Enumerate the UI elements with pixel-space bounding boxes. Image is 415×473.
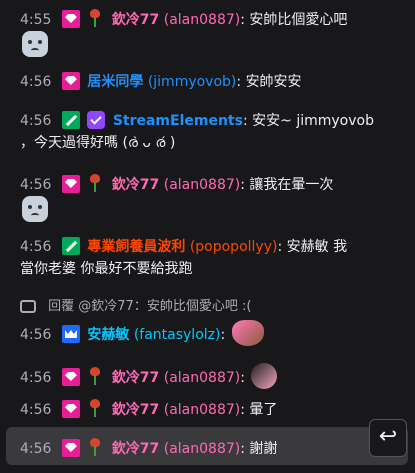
flower-badge-icon[interactable] (87, 8, 103, 28)
chat-log: 4:55 欽冷77 (alan0887): 安帥比個愛心吧 4:56 居米同學 … (0, 0, 415, 473)
timestamp: 4:56 (20, 327, 52, 343)
message-text: 安帥比個愛心吧 (249, 12, 348, 28)
subscriber-badge-icon[interactable] (61, 10, 80, 28)
login-name[interactable]: (alan0887) (164, 12, 240, 28)
reply-button[interactable]: ↩ (369, 419, 407, 457)
subscriber-badge-icon[interactable] (61, 439, 80, 457)
login-name[interactable]: (popopollyy) (190, 239, 278, 255)
subscriber-badge-icon[interactable] (61, 400, 80, 418)
subscriber-badge-icon[interactable] (61, 368, 80, 386)
timestamp: 4:56 (20, 177, 52, 193)
timestamp: 4:56 (20, 441, 52, 457)
message-text: 安赫敏 我 (286, 239, 348, 255)
reply-context-text: 回覆 @欽冷77：安帥比個愛心吧 :( (48, 299, 252, 314)
chat-message[interactable]: 4:56 欽冷77 (alan0887): (20, 363, 403, 389)
chat-message[interactable]: 4:56 居米同學 (jimmyovob): 安帥安安 (20, 71, 403, 93)
username[interactable]: 欽冷77 (112, 441, 159, 457)
face-emote-icon[interactable] (22, 31, 48, 57)
chat-message[interactable]: 4:56 安赫敏 (fantasylolz): (20, 320, 403, 346)
flower-badge-icon[interactable] (87, 437, 103, 457)
username[interactable]: StreamElements (113, 113, 243, 129)
verified-badge-icon[interactable] (87, 111, 106, 129)
subscriber-badge-icon[interactable] (61, 72, 80, 90)
message-text: 暈了 (249, 402, 278, 418)
chat-message[interactable]: 4:56 欽冷77 (alan0887): 謝謝 (20, 437, 403, 460)
timestamp: 4:56 (20, 402, 52, 418)
username[interactable]: 安赫敏 (87, 327, 129, 343)
username[interactable]: 居米同學 (87, 74, 143, 90)
login-name[interactable]: (alan0887) (164, 370, 240, 386)
username[interactable]: 欽冷77 (112, 370, 159, 386)
reply-context[interactable]: 回覆 @欽冷77：安帥比個愛心吧 :( (20, 297, 403, 317)
timestamp: 4:56 (20, 113, 52, 129)
timestamp: 4:56 (20, 370, 52, 386)
login-name[interactable]: (alan0887) (164, 402, 240, 418)
heart-hands-emote-icon[interactable] (231, 320, 264, 346)
message-text-continued: ，今天過得好嗎 (ര̀ ᴗ ര́ ) (20, 135, 176, 151)
flower-badge-icon[interactable] (87, 398, 103, 418)
login-name[interactable]: (fantasylolz) (134, 327, 221, 343)
timestamp: 4:56 (20, 239, 52, 255)
message-text-continued: 當你老婆 你最好不要給我跑 (20, 261, 193, 277)
username[interactable]: 欽冷77 (112, 177, 159, 193)
timestamp: 4:56 (20, 74, 52, 90)
reply-arrow-icon: ↩ (378, 424, 398, 449)
username[interactable]: 欽冷77 (112, 402, 159, 418)
subscriber-badge-icon[interactable] (61, 175, 80, 193)
moderator-badge-icon[interactable] (61, 111, 80, 129)
chat-message[interactable]: 4:55 欽冷77 (alan0887): 安帥比個愛心吧 (20, 8, 403, 57)
chat-message[interactable]: 4:56 專業飼養員波利 (popopollyy): 安赫敏 我 當你老婆 你最… (20, 236, 403, 280)
cat-heart-emote-icon[interactable] (251, 363, 278, 389)
username[interactable]: 欽冷77 (112, 12, 159, 28)
chat-message[interactable]: 4:56 欽冷77 (alan0887): 暈了 (20, 398, 403, 421)
login-name[interactable]: (alan0887) (164, 441, 240, 457)
flower-badge-icon[interactable] (87, 173, 103, 193)
chat-message[interactable]: 4:56 StreamElements: 安安~ jimmyovob ，今天過得… (20, 110, 403, 154)
login-name[interactable]: (jimmyovob) (148, 74, 237, 90)
crown-badge-icon[interactable] (61, 325, 80, 343)
reply-thread-icon (20, 300, 36, 313)
username[interactable]: 專業飼養員波利 (87, 239, 185, 255)
login-name[interactable]: (alan0887) (164, 177, 240, 193)
message-text: 讓我在暈一次 (249, 177, 334, 193)
face-emote-icon[interactable] (22, 196, 48, 222)
timestamp: 4:55 (20, 12, 52, 28)
chat-message[interactable]: 4:56 欽冷77 (alan0887): 讓我在暈一次 (20, 173, 403, 222)
message-text: 謝謝 (249, 441, 278, 457)
moderator-badge-icon[interactable] (61, 237, 80, 255)
message-text: 安安~ jimmyovob (252, 113, 374, 129)
flower-badge-icon[interactable] (87, 366, 103, 386)
message-text: 安帥安安 (245, 74, 302, 90)
